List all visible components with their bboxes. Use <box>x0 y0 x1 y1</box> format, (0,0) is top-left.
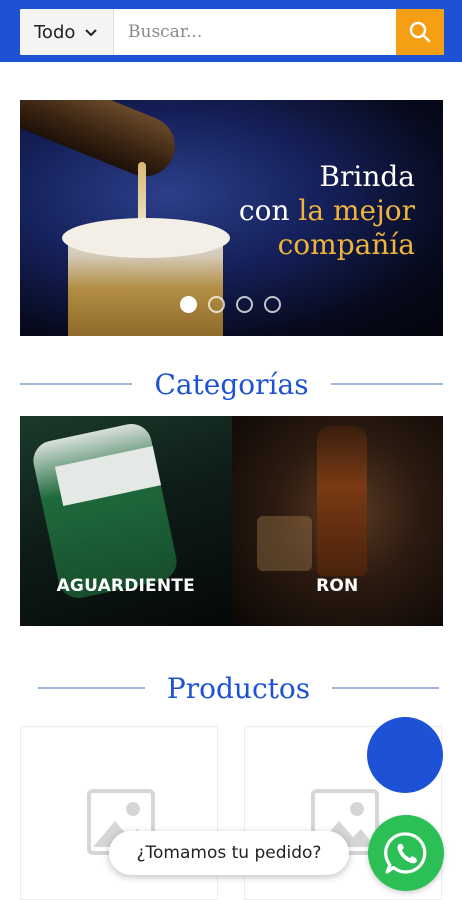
category-label: AGUARDIENTE <box>56 576 195 596</box>
categories-grid: AGUARDIENTE RON <box>20 416 443 626</box>
rum-bottle-image <box>316 426 367 576</box>
hero-line-2-white: con <box>238 194 299 227</box>
chevron-down-icon <box>85 29 98 37</box>
category-dropdown[interactable]: Todo <box>20 9 114 55</box>
beer-foam-image <box>62 218 230 258</box>
hero-line-1: Brinda <box>319 160 415 193</box>
search-icon <box>409 21 431 43</box>
products-title: Productos <box>166 671 311 705</box>
beer-bottle-image <box>20 100 184 186</box>
hero-banner[interactable]: Brinda con la mejor compañía <box>20 100 443 336</box>
carousel-dot-1[interactable] <box>180 296 197 313</box>
search-button[interactable] <box>396 9 444 55</box>
products-heading: Productos <box>38 668 440 708</box>
whatsapp-icon <box>384 832 427 874</box>
category-dropdown-value: Todo <box>34 21 76 43</box>
category-tile-ron[interactable]: RON <box>231 416 443 626</box>
hero-line-3: compañía <box>277 228 415 261</box>
divider-line <box>332 687 440 689</box>
hero-headline: Brinda con la mejor compañía <box>239 160 415 262</box>
divider-line <box>38 687 145 689</box>
search-input[interactable] <box>114 9 396 55</box>
category-label: RON <box>316 576 359 596</box>
whatsapp-button[interactable] <box>368 815 444 891</box>
floating-action-button[interactable] <box>367 717 443 793</box>
category-tile-aguardiente[interactable]: AGUARDIENTE <box>20 416 232 626</box>
aguardiente-bottle-image <box>29 420 181 602</box>
hero-line-2: con la mejor <box>239 194 415 228</box>
categories-heading: Categorías <box>20 364 443 404</box>
divider-line <box>20 383 133 385</box>
divider-line <box>330 383 443 385</box>
carousel-dot-2[interactable] <box>208 296 225 313</box>
carousel-dots <box>180 296 281 313</box>
rum-glass-image <box>256 516 312 571</box>
chat-prompt-bubble[interactable]: ¿Tomamos tu pedido? <box>109 831 349 875</box>
hero-line-2-gold: la mejor <box>298 194 415 227</box>
carousel-dot-3[interactable] <box>236 296 253 313</box>
header-bar: Todo <box>0 0 462 62</box>
search-bar: Todo <box>20 9 444 55</box>
categories-title: Categorías <box>154 367 309 401</box>
carousel-dot-4[interactable] <box>264 296 281 313</box>
